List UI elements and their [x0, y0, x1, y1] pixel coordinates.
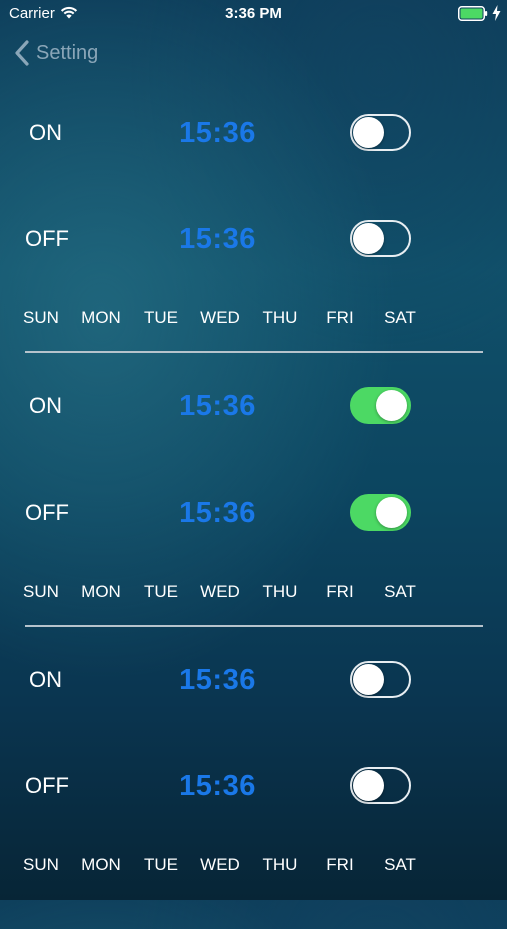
- day-thu[interactable]: THU: [250, 580, 310, 604]
- schedule-group-1: ON 15:36 OFF 15:36 SUN MON TUE WED THU F…: [0, 107, 507, 381]
- day-fri[interactable]: FRI: [310, 580, 370, 604]
- toggle-knob: [376, 390, 407, 421]
- on-time[interactable]: 15:36: [160, 108, 275, 158]
- on-row: ON 15:36: [0, 655, 507, 705]
- on-toggle[interactable]: [350, 661, 411, 698]
- toggle-knob: [376, 497, 407, 528]
- off-toggle[interactable]: [350, 220, 411, 257]
- on-row: ON 15:36: [0, 108, 507, 158]
- off-label: OFF: [25, 226, 69, 251]
- off-row: OFF 15:36: [0, 761, 507, 811]
- off-time[interactable]: 15:36: [160, 488, 275, 538]
- section-divider: [25, 351, 483, 353]
- day-thu[interactable]: THU: [250, 306, 310, 330]
- off-row: OFF 15:36: [0, 214, 507, 264]
- day-sun[interactable]: SUN: [11, 580, 71, 604]
- day-mon[interactable]: MON: [71, 580, 131, 604]
- day-sun[interactable]: SUN: [11, 853, 71, 877]
- schedule-group-2: ON 15:36 OFF 15:36 SUN MON TUE WED THU F…: [0, 381, 507, 655]
- on-label: ON: [29, 393, 62, 418]
- off-row: OFF 15:36: [0, 488, 507, 538]
- on-toggle[interactable]: [350, 114, 411, 151]
- day-tue[interactable]: TUE: [131, 306, 191, 330]
- day-tue[interactable]: TUE: [131, 853, 191, 877]
- day-mon[interactable]: MON: [71, 853, 131, 877]
- day-wed[interactable]: WED: [190, 580, 250, 604]
- status-time: 3:36 PM: [225, 5, 282, 22]
- day-sat[interactable]: SAT: [370, 853, 430, 877]
- toggle-knob: [353, 770, 384, 801]
- chevron-left-icon: [15, 40, 29, 66]
- on-row: ON 15:36: [0, 381, 507, 431]
- battery-icon: [458, 6, 488, 21]
- navigation-bar: Setting: [0, 30, 507, 74]
- weekday-selector: SUN MON TUE WED THU FRI SAT: [0, 853, 507, 877]
- day-wed[interactable]: WED: [190, 853, 250, 877]
- off-toggle[interactable]: [350, 767, 411, 804]
- weekday-selector: SUN MON TUE WED THU FRI SAT: [0, 306, 507, 330]
- toggle-knob: [353, 117, 384, 148]
- off-toggle[interactable]: [350, 494, 411, 531]
- on-time[interactable]: 15:36: [160, 655, 275, 705]
- off-time[interactable]: 15:36: [160, 214, 275, 264]
- on-label: ON: [29, 667, 62, 692]
- off-time[interactable]: 15:36: [160, 761, 275, 811]
- day-sun[interactable]: SUN: [11, 306, 71, 330]
- charging-bolt-icon: [492, 5, 501, 21]
- toggle-knob: [353, 664, 384, 695]
- off-label: OFF: [25, 773, 69, 798]
- toggle-knob: [353, 223, 384, 254]
- day-sat[interactable]: SAT: [370, 306, 430, 330]
- day-mon[interactable]: MON: [71, 306, 131, 330]
- day-fri[interactable]: FRI: [310, 853, 370, 877]
- section-divider: [25, 625, 483, 627]
- on-toggle[interactable]: [350, 387, 411, 424]
- day-wed[interactable]: WED: [190, 306, 250, 330]
- on-time[interactable]: 15:36: [160, 381, 275, 431]
- back-label: Setting: [36, 41, 99, 64]
- day-thu[interactable]: THU: [250, 853, 310, 877]
- status-bar: Carrier 3:36 PM: [0, 0, 507, 28]
- day-fri[interactable]: FRI: [310, 306, 370, 330]
- day-sat[interactable]: SAT: [370, 580, 430, 604]
- weekday-selector: SUN MON TUE WED THU FRI SAT: [0, 580, 507, 604]
- day-tue[interactable]: TUE: [131, 580, 191, 604]
- schedule-group-3: ON 15:36 OFF 15:36 SUN MON TUE WED THU F…: [0, 655, 507, 929]
- off-label: OFF: [25, 500, 69, 525]
- back-button[interactable]: Setting: [14, 38, 98, 68]
- on-label: ON: [29, 120, 62, 145]
